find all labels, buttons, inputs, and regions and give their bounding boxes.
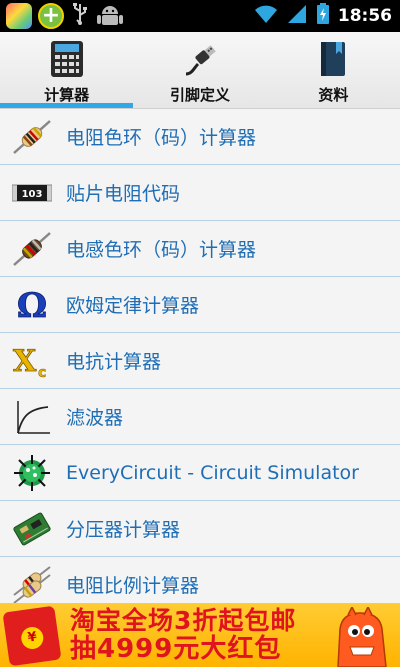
tab-calculator[interactable]: 计算器 bbox=[0, 32, 134, 108]
item-label: 分压器计算器 bbox=[66, 519, 181, 541]
clock-time: 18:56 bbox=[337, 6, 392, 26]
red-envelope-icon: ¥ bbox=[2, 605, 62, 667]
ad-headline: 淘宝全场3折起包邮 bbox=[70, 606, 297, 635]
item-label: 贴片电阻代码 bbox=[66, 183, 181, 205]
ad-text: 淘宝全场3折起包邮 抽4999元大红包 bbox=[70, 606, 297, 664]
item-label: 电阻比例计算器 bbox=[66, 575, 200, 597]
list-item-smd-resistor-code[interactable]: 103 贴片电阻代码 bbox=[0, 165, 400, 221]
tab-label: 引脚定义 bbox=[169, 86, 230, 104]
status-bar: + 18:56 bbox=[0, 0, 400, 32]
ad-subheadline: 抽4999元大红包 bbox=[70, 634, 282, 664]
circuit-board-icon bbox=[12, 509, 52, 549]
battery-icon bbox=[316, 3, 330, 29]
item-label: 滤波器 bbox=[66, 407, 124, 429]
plus-app-icon[interactable]: + bbox=[38, 3, 64, 29]
item-label: 电感色环（码）计算器 bbox=[66, 239, 257, 261]
resistor-icon bbox=[12, 117, 52, 157]
everycircuit-icon bbox=[12, 453, 52, 493]
list-item-reactance[interactable]: X c 电抗计算器 bbox=[0, 333, 400, 389]
item-label: 电抗计算器 bbox=[66, 351, 162, 373]
wifi-icon bbox=[254, 4, 278, 28]
tab-pin-definitions[interactable]: 引脚定义 bbox=[133, 32, 266, 108]
item-label: 电阻色环（码）计算器 bbox=[66, 127, 257, 149]
ad-banner[interactable]: ¥ 淘宝全场3折起包邮 抽4999元大红包 bbox=[0, 603, 400, 667]
item-label: 欧姆定律计算器 bbox=[66, 295, 200, 317]
android-debug-icon bbox=[96, 3, 124, 29]
calculator-list: 电阻色环（码）计算器 103 贴片电阻代码 电感色环（码）计算器 Ω 欧姆定律计… bbox=[0, 109, 400, 613]
list-item-resistor-color-code[interactable]: 电阻色环（码）计算器 bbox=[0, 109, 400, 165]
svg-text:X: X bbox=[13, 344, 37, 379]
inductor-icon bbox=[12, 229, 52, 269]
active-tab-indicator bbox=[0, 103, 134, 108]
list-item-filter[interactable]: 滤波器 bbox=[0, 389, 400, 445]
book-icon bbox=[321, 42, 346, 76]
smd-resistor-icon: 103 bbox=[12, 173, 52, 213]
tab-label: 计算器 bbox=[44, 86, 90, 104]
photo-app-icon[interactable] bbox=[6, 3, 32, 29]
resistor-ratio-icon bbox=[12, 565, 52, 605]
usb-icon bbox=[70, 2, 90, 30]
svg-text:103: 103 bbox=[22, 189, 43, 200]
signal-icon bbox=[286, 4, 308, 28]
list-item-inductor-color-code[interactable]: 电感色环（码）计算器 bbox=[0, 221, 400, 277]
usb-plug-icon bbox=[185, 45, 216, 76]
tab-bar: 计算器 引脚定义 资料 bbox=[0, 32, 400, 109]
svg-text:Ω: Ω bbox=[17, 286, 47, 325]
item-label: EveryCircuit - Circuit Simulator bbox=[66, 461, 359, 484]
tab-label: 资料 bbox=[318, 86, 349, 104]
list-item-everycircuit[interactable]: EveryCircuit - Circuit Simulator bbox=[0, 445, 400, 501]
list-item-voltage-divider[interactable]: 分压器计算器 bbox=[0, 501, 400, 557]
svg-text:c: c bbox=[38, 365, 46, 381]
filter-curve-icon bbox=[12, 397, 52, 437]
reactance-icon: X c bbox=[12, 341, 52, 381]
calculator-icon bbox=[50, 41, 83, 77]
mascot-icon bbox=[337, 607, 387, 667]
omega-icon: Ω bbox=[12, 285, 52, 325]
red-envelope-seal: ¥ bbox=[19, 625, 45, 651]
tab-resources[interactable]: 资料 bbox=[267, 32, 400, 108]
list-item-ohms-law[interactable]: Ω 欧姆定律计算器 bbox=[0, 277, 400, 333]
